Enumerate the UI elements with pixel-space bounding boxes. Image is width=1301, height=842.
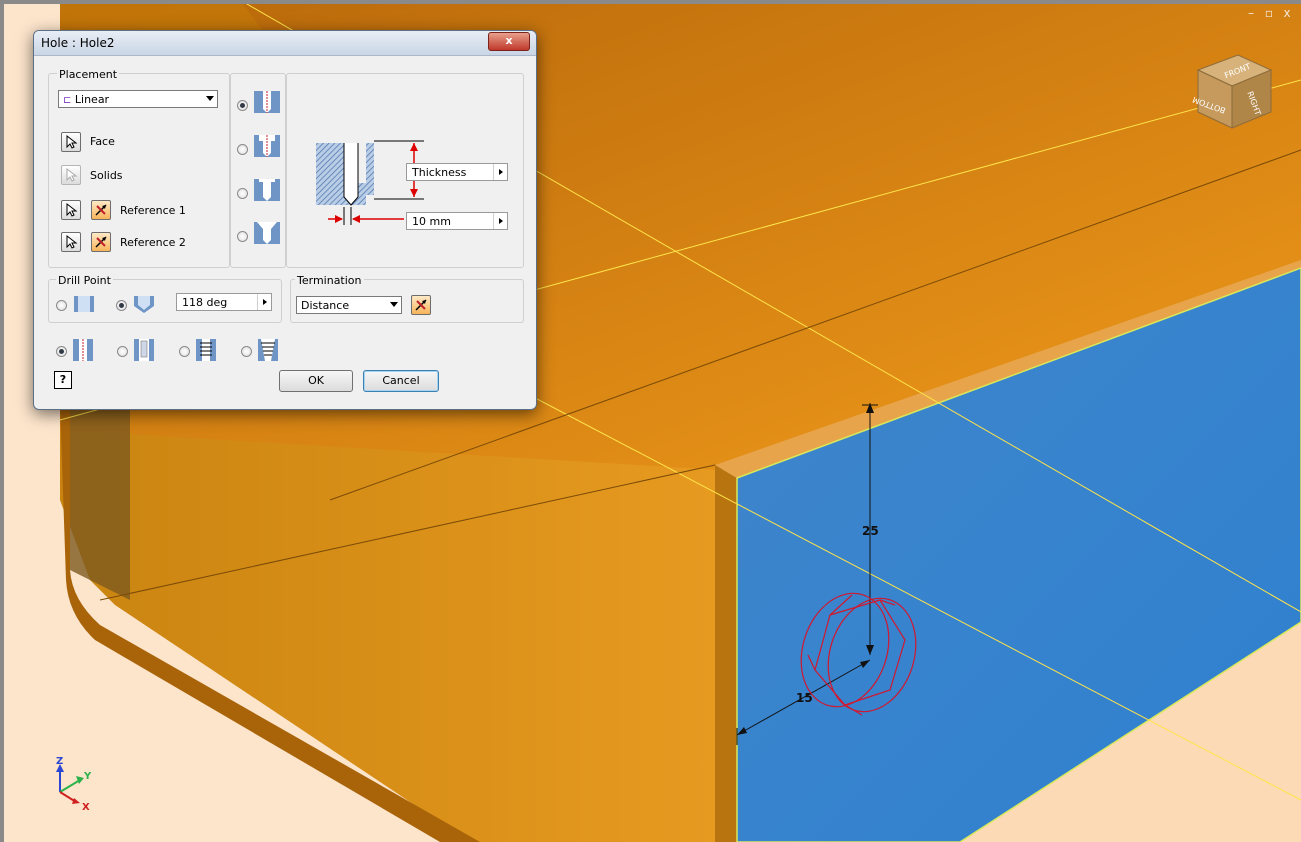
simple-hole-radio[interactable] xyxy=(56,346,67,357)
dimension-vertical-label[interactable]: 25 xyxy=(862,524,879,538)
solids-select-button[interactable] xyxy=(61,165,81,185)
hole-type-counterbore-radio[interactable] xyxy=(237,144,248,155)
termination-dropdown[interactable]: Distance xyxy=(296,296,402,314)
hole-type-spotface-radio[interactable] xyxy=(237,188,248,199)
cursor-icon xyxy=(66,235,78,249)
placement-group-title: Placement xyxy=(57,68,120,81)
reference1-flip-button[interactable] xyxy=(91,200,111,220)
drill-point-flat-radio[interactable] xyxy=(56,300,67,311)
hole-type-simple-radio[interactable] xyxy=(237,100,248,111)
reference2-label: Reference 2 xyxy=(120,236,186,249)
hole-dialog: Hole : Hole2 x Placement ⊏ Linear Face S… xyxy=(33,30,537,410)
dialog-titlebar[interactable]: Hole : Hole2 x xyxy=(34,31,536,56)
solids-label: Solids xyxy=(90,169,123,182)
drill-point-angle-value: 118 deg xyxy=(182,296,228,309)
cursor-icon xyxy=(66,135,78,149)
flip-direction-icon xyxy=(95,236,107,248)
thickness-field[interactable]: Thickness xyxy=(406,163,508,181)
taper-tapped-hole-icon xyxy=(258,339,278,361)
drill-point-angle-radio[interactable] xyxy=(116,300,127,311)
face-select-button[interactable] xyxy=(61,132,81,152)
reference1-label: Reference 1 xyxy=(120,204,186,217)
ok-button[interactable]: OK xyxy=(279,370,353,392)
cursor-icon xyxy=(66,168,78,182)
axis-x-label: X xyxy=(82,802,90,813)
simple-hole-type-icon xyxy=(73,339,93,361)
dialog-close-button[interactable]: x xyxy=(488,32,530,51)
frame-left xyxy=(0,0,4,842)
axis-z-label: Z xyxy=(56,756,63,767)
window-controls: – ▫ x xyxy=(1245,6,1293,20)
dialog-title: Hole : Hole2 xyxy=(41,36,115,50)
tapped-hole-radio[interactable] xyxy=(179,346,190,357)
placement-type-text: Linear xyxy=(74,93,110,106)
spotface-hole-icon xyxy=(254,179,280,201)
diameter-field[interactable]: 10 mm xyxy=(406,212,508,230)
flip-direction-icon xyxy=(95,204,107,216)
chevron-down-icon xyxy=(390,302,398,307)
tapped-hole-icon xyxy=(196,339,216,361)
angled-drill-point-icon xyxy=(134,296,154,313)
hole-type-countersink-radio[interactable] xyxy=(237,231,248,242)
wall-edge-side xyxy=(715,465,737,842)
reference2-select-button[interactable] xyxy=(61,232,81,252)
countersink-hole-icon xyxy=(254,222,280,244)
chevron-right-icon[interactable] xyxy=(493,164,507,180)
face-label: Face xyxy=(90,135,115,148)
chevron-right-icon[interactable] xyxy=(257,294,271,310)
termination-flip-button[interactable] xyxy=(411,295,431,315)
minimize-button[interactable]: – xyxy=(1245,6,1257,20)
placement-type-dropdown[interactable]: ⊏ Linear xyxy=(58,90,218,108)
cancel-button[interactable]: Cancel xyxy=(363,370,439,392)
reference2-flip-button[interactable] xyxy=(91,232,111,252)
drill-point-angle-field[interactable]: 118 deg xyxy=(176,293,272,311)
cursor-icon xyxy=(66,203,78,217)
help-button[interactable]: ? xyxy=(54,371,72,389)
clearance-hole-icon xyxy=(134,339,154,361)
clearance-hole-radio[interactable] xyxy=(117,346,128,357)
close-window-button[interactable]: x xyxy=(1281,6,1293,20)
placement-type-value: ⊏ Linear xyxy=(63,93,109,106)
reference1-select-button[interactable] xyxy=(61,200,81,220)
termination-value: Distance xyxy=(301,299,350,312)
chevron-down-icon xyxy=(206,96,214,101)
axis-y-label: Y xyxy=(83,771,92,782)
taper-tapped-hole-radio[interactable] xyxy=(241,346,252,357)
frame-top xyxy=(0,0,1301,4)
chevron-right-icon[interactable] xyxy=(493,213,507,229)
flip-direction-icon xyxy=(415,299,427,311)
diameter-value: 10 mm xyxy=(412,215,451,228)
simple-hole-icon xyxy=(254,91,280,113)
thickness-value: Thickness xyxy=(412,166,467,179)
drill-point-group-title: Drill Point xyxy=(56,274,113,287)
termination-group-title: Termination xyxy=(295,274,364,287)
linear-placement-icon: ⊏ xyxy=(63,95,72,106)
part-left-wall xyxy=(70,380,130,600)
restore-button[interactable]: ▫ xyxy=(1263,6,1275,20)
flat-drill-point-icon xyxy=(74,296,94,312)
counterbore-hole-icon xyxy=(254,135,280,157)
